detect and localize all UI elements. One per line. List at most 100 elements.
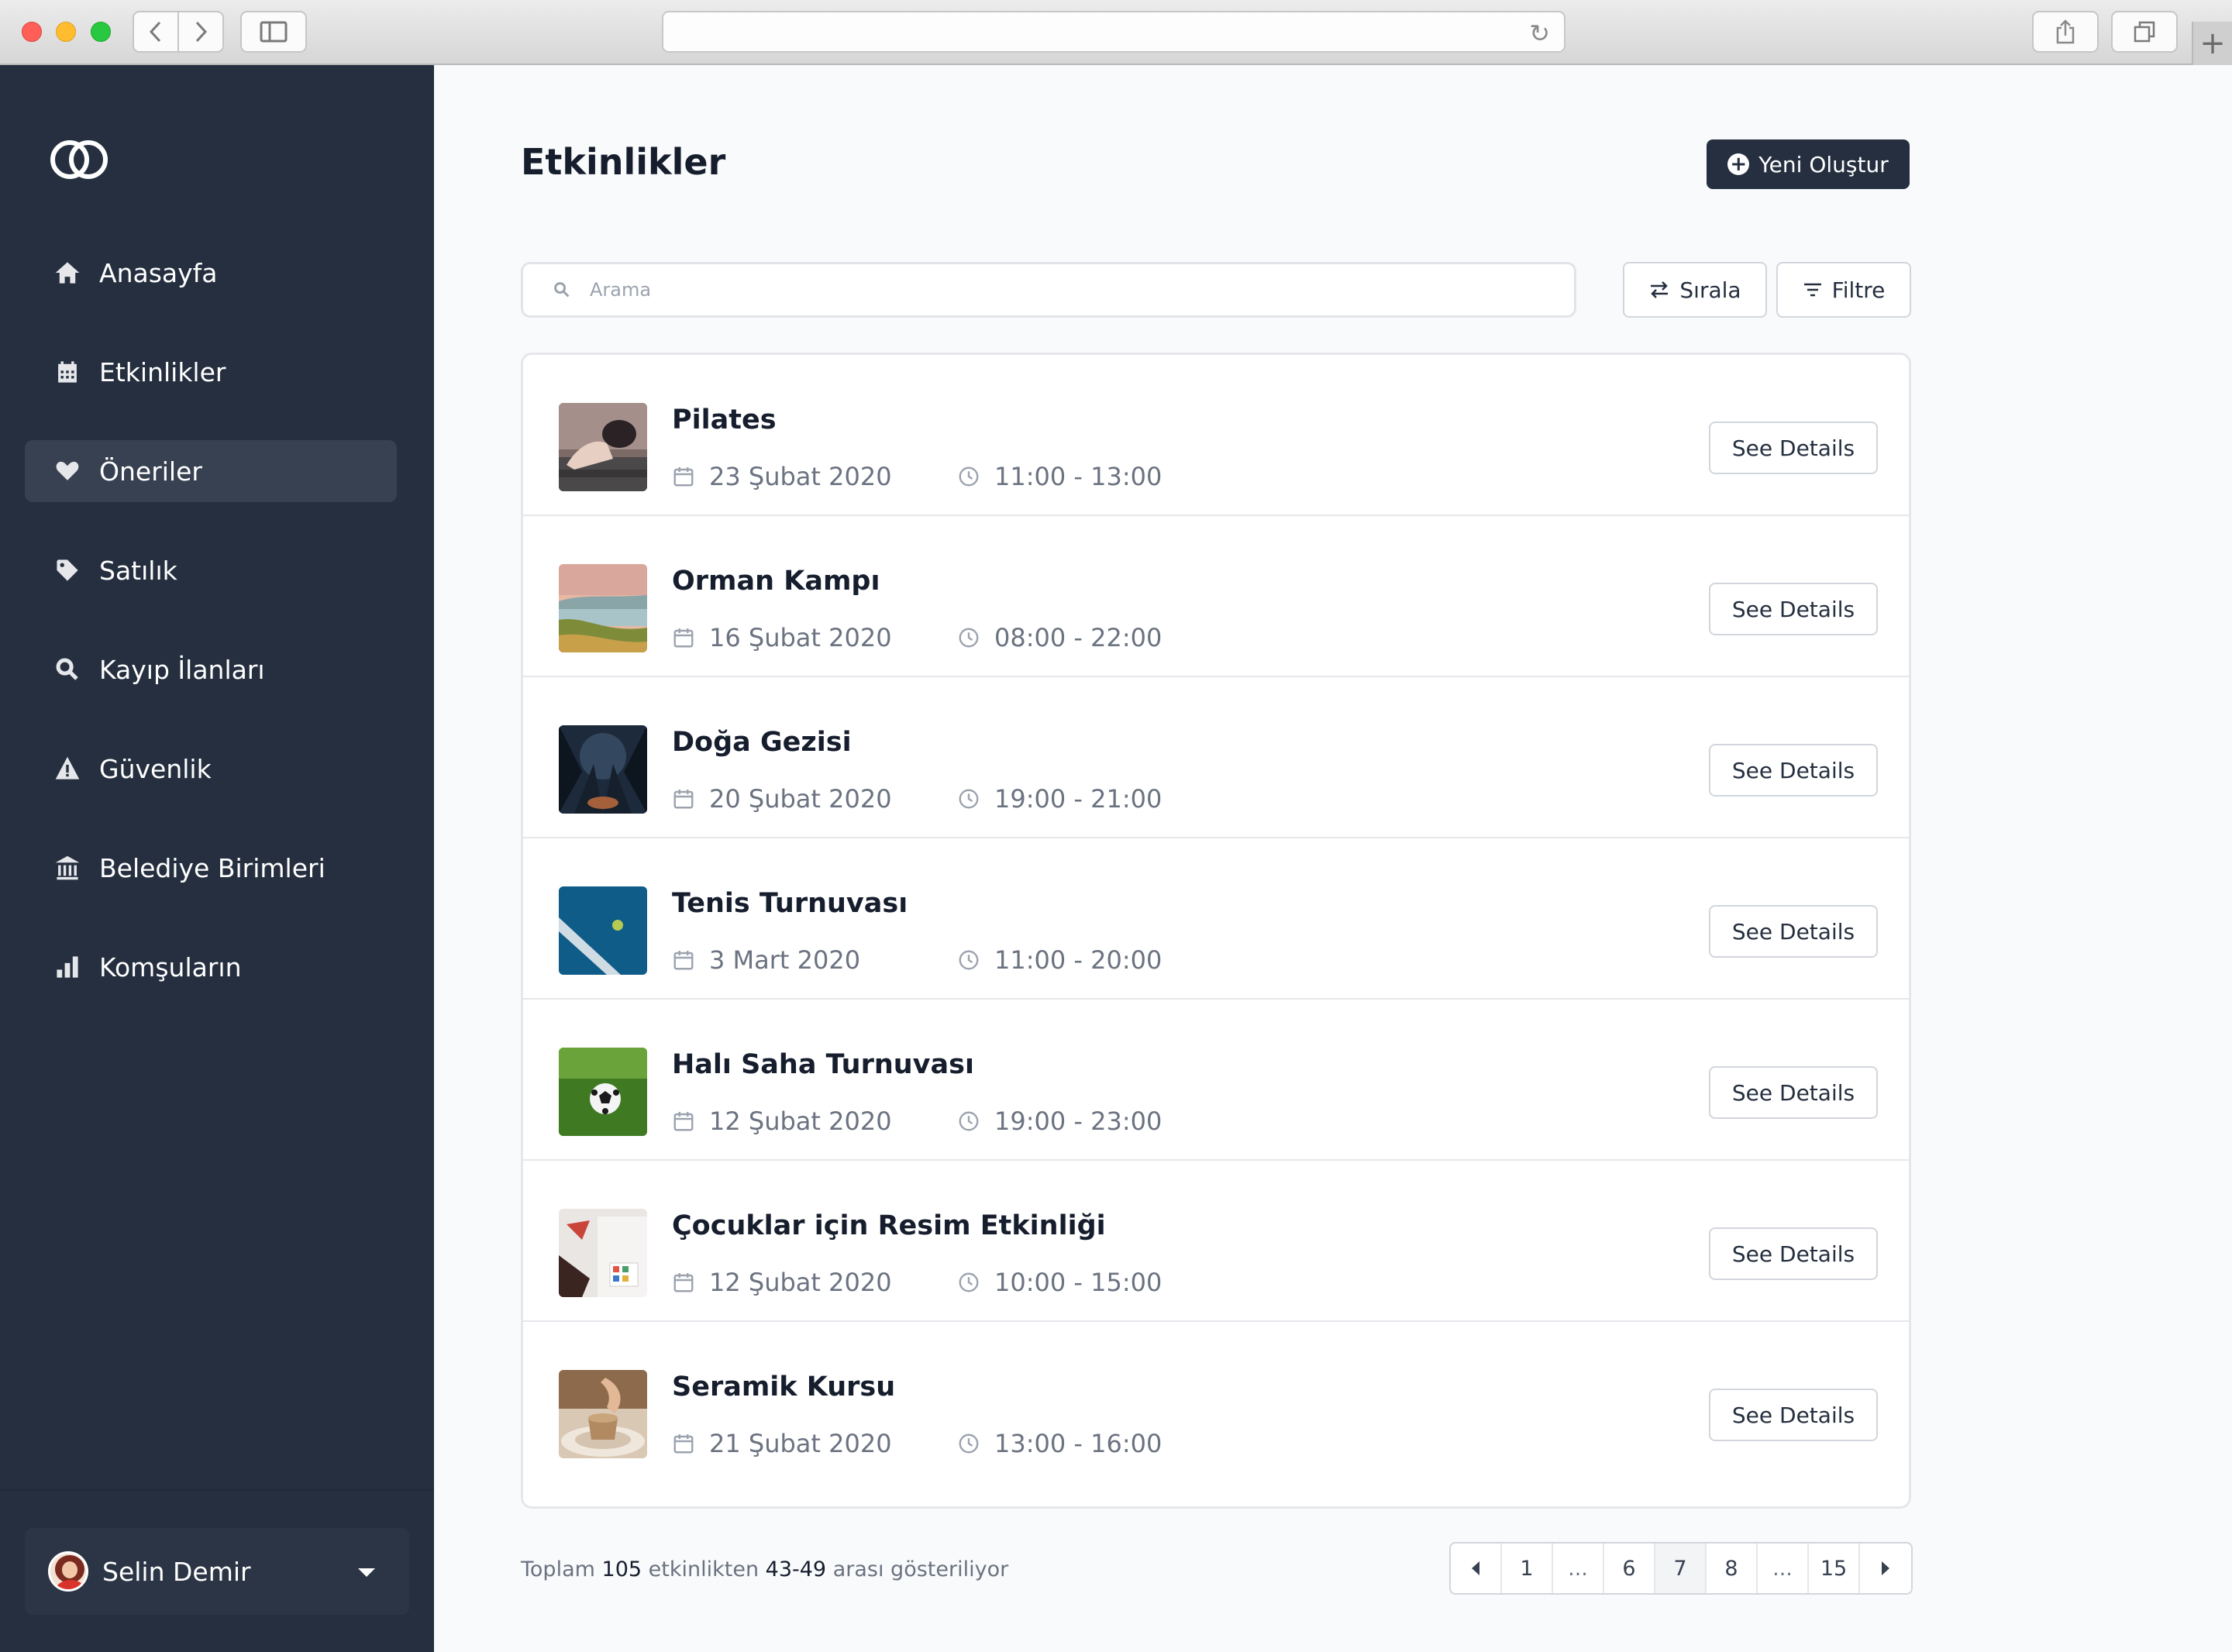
event-date: 23 Şubat 2020 [672,462,892,491]
event-row-orman-kampi[interactable]: Orman Kampı 16 Şubat 2020 08:00 - 22:00 … [523,516,1909,677]
sidebar-item-anasayfa[interactable]: Anasayfa [25,242,397,304]
library-icon [54,855,81,881]
page-button[interactable]: 15 [1809,1544,1860,1593]
browser-toolbar: ↻ + [0,0,2232,65]
event-time-text: 19:00 - 21:00 [994,784,1162,814]
tennis-court-photo [559,886,647,975]
zoom-window-button[interactable] [91,22,111,42]
plus-circle-icon: + [1727,153,1750,175]
calendar-icon [673,628,694,648]
sidebar-item-guvenlik[interactable]: Güvenlik [25,738,397,800]
search-icon [554,282,570,298]
event-row-tenis-turnuvasi[interactable]: Tenis Turnuvası 3 Mart 2020 11:00 - 20:0… [523,838,1909,1000]
event-date-text: 12 Şubat 2020 [709,1106,892,1136]
see-details-button[interactable]: See Details [1709,422,1878,474]
page-title: Etkinlikler [521,141,726,183]
user-name: Selin Demir [102,1556,251,1587]
create-new-button[interactable]: + Yeni Oluştur [1707,139,1910,189]
sidebar-divider [0,1489,434,1491]
summary-middle: etkinlikten [648,1557,760,1581]
soccer-ball-photo [559,1048,647,1136]
sidebar-item-oneriler[interactable]: Öneriler [25,440,397,502]
event-time-text: 08:00 - 22:00 [994,623,1162,652]
event-row-seramik-kursu[interactable]: Seramik Kursu 21 Şubat 2020 13:00 - 16:0… [523,1322,1909,1483]
see-details-button[interactable]: See Details [1709,1066,1878,1119]
summary-suffix: arası gösteriliyor [832,1557,1009,1581]
pagination: 1 ... 6 7 8 ... 15 [1449,1542,1913,1595]
sidebar: Anasayfa Etkinlikler Öneriler Satılık Ka… [0,65,434,1652]
prev-page-button[interactable] [1451,1544,1502,1593]
event-row-pilates[interactable]: Pilates 23 Şubat 2020 11:00 - 13:00 See … [523,355,1909,516]
chevron-down-icon[interactable] [358,1568,375,1577]
sidebar-item-kayip-ilanlari[interactable]: Kayıp İlanları [25,638,397,700]
filter-label: Filtre [1831,277,1886,303]
see-details-button[interactable]: See Details [1709,1227,1878,1280]
results-summary: Toplam 105 etkinlikten 43-49 arası göste… [521,1557,1008,1581]
event-time-text: 13:00 - 16:00 [994,1429,1162,1458]
search-input[interactable] [590,279,1520,301]
search-box[interactable] [521,262,1576,318]
new-tab-button[interactable]: + [2192,22,2232,65]
sidebar-item-satilik[interactable]: Satılık [25,539,397,601]
calendar-icon [673,467,694,487]
sidebar-item-label: Komşuların [99,952,242,983]
event-time: 11:00 - 20:00 [957,945,1162,975]
app-logo[interactable] [48,136,113,183]
warning-icon [54,755,81,782]
see-details-button[interactable]: See Details [1709,905,1878,958]
sidebar-item-belediye-birimleri[interactable]: Belediye Birimleri [25,837,397,899]
sidebar-toggle-button[interactable] [240,11,307,53]
sidebar-item-label: Satılık [99,555,177,586]
back-button[interactable] [133,11,179,53]
sidebar-item-label: Anasayfa [99,257,218,288]
address-bar[interactable]: ↻ [662,11,1566,53]
avatar [48,1551,88,1592]
event-date: 12 Şubat 2020 [672,1106,892,1136]
next-page-button[interactable] [1860,1544,1911,1593]
calendar-icon [673,1273,694,1292]
event-time-text: 11:00 - 13:00 [994,462,1162,491]
event-row-resim-etkinligi[interactable]: Çocuklar için Resim Etkinliği 12 Şubat 2… [523,1161,1909,1322]
event-date: 16 Şubat 2020 [672,623,892,652]
forward-button[interactable] [177,11,224,53]
caret-right-icon [1882,1561,1889,1575]
event-title: Tenis Turnuvası [672,888,908,919]
see-details-button[interactable]: See Details [1709,1389,1878,1441]
sort-button[interactable]: Sırala [1623,262,1767,318]
event-list: Pilates 23 Şubat 2020 11:00 - 13:00 See … [521,353,1911,1509]
event-title: Pilates [672,404,777,435]
page-button-current[interactable]: 7 [1655,1544,1707,1593]
event-row-doga-gezisi[interactable]: Doğa Gezisi 20 Şubat 2020 19:00 - 21:00 … [523,677,1909,838]
event-time: 08:00 - 22:00 [957,623,1162,652]
sidebar-item-etkinlikler[interactable]: Etkinlikler [25,341,397,403]
search-icon [54,656,81,683]
page-button[interactable]: 1 [1502,1544,1553,1593]
event-title: Halı Saha Turnuvası [672,1049,974,1080]
see-details-button[interactable]: See Details [1709,744,1878,797]
page-button[interactable]: 6 [1604,1544,1655,1593]
lake-landscape-photo [559,564,647,652]
event-date: 12 Şubat 2020 [672,1268,892,1297]
sidebar-item-komsularin[interactable]: Komşuların [25,936,397,998]
pottery-photo [559,1370,647,1458]
event-title: Çocuklar için Resim Etkinliği [672,1210,1106,1241]
clock-icon [959,1272,979,1292]
user-menu[interactable]: Selin Demir [25,1528,409,1615]
night-forest-photo [559,725,647,814]
tabs-overview-button[interactable] [2111,11,2178,53]
event-time-text: 11:00 - 20:00 [994,945,1162,975]
page-button[interactable]: 8 [1707,1544,1758,1593]
reload-icon[interactable]: ↻ [1529,19,1550,48]
share-button[interactable] [2032,11,2099,53]
sort-label: Sırala [1679,277,1741,303]
event-time-text: 19:00 - 23:00 [994,1106,1162,1136]
clock-icon [959,1433,979,1454]
page-ellipsis: ... [1553,1544,1604,1593]
see-details-button[interactable]: See Details [1709,583,1878,635]
minimize-window-button[interactable] [56,22,76,42]
filter-button[interactable]: Filtre [1776,262,1911,318]
event-row-hali-saha-turnuvasi[interactable]: Halı Saha Turnuvası 12 Şubat 2020 19:00 … [523,1000,1909,1161]
close-window-button[interactable] [22,22,42,42]
caret-left-icon [1472,1561,1479,1575]
tag-icon [54,557,81,583]
